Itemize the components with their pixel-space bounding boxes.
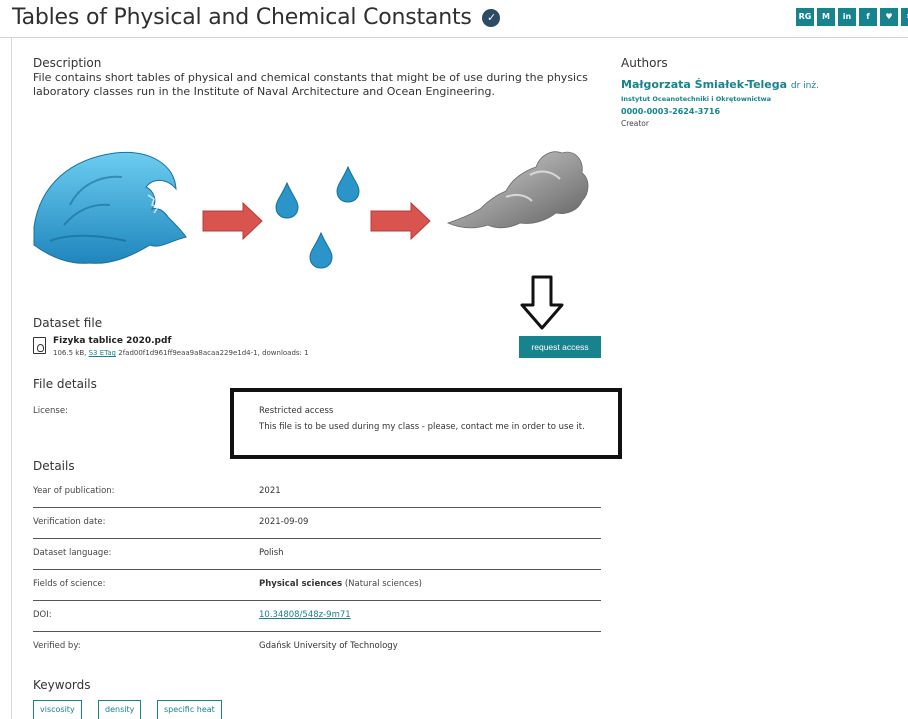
wave-icon (33, 151, 187, 264)
detail-label-fields: Fields of science: (33, 579, 106, 589)
details-heading: Details (33, 459, 75, 473)
author-name: Małgorzata Śmiałek-Telega (621, 78, 788, 91)
authors-heading: Authors (621, 56, 668, 70)
file-etag: 2fad00f1d961ff9eaa9a8acaa229e1d4-1, (118, 349, 260, 357)
keywords-heading: Keywords (33, 678, 91, 692)
detail-label-year: Year of publication: (33, 486, 115, 496)
detail-value-language: Polish (259, 548, 284, 558)
twitter-share-button[interactable]: ♥ (880, 8, 898, 26)
keyword-tag-specific-heat[interactable]: specific heat (157, 700, 222, 719)
field-physical-sciences: Physical sciences (259, 579, 343, 589)
detail-value-verified-by: Gdańsk University of Technology (259, 641, 398, 651)
author-affiliation-link[interactable]: Instytut Oceanotechniki i Okrętownictwa (621, 95, 771, 103)
facebook-share-button[interactable]: f (859, 8, 877, 26)
content-border (11, 38, 12, 719)
row-divider (33, 507, 601, 508)
detail-value-year: 2021 (259, 486, 281, 496)
file-meta: 106.5 kB, S3 ETag 2fad00f1d961ff9eaa9a8a… (53, 349, 309, 357)
author-role: Creator (621, 119, 649, 128)
doi-link[interactable]: 10.34808/548z-9m71 (259, 610, 351, 620)
mendeley-share-button[interactable]: M (817, 8, 835, 26)
keyword-tag-viscosity[interactable]: viscosity (33, 700, 82, 719)
s3-etag-link[interactable]: S3 ETag (89, 349, 116, 357)
detail-label-verified-by: Verified by: (33, 641, 81, 651)
pdf-file-icon (33, 337, 46, 354)
file-details-heading: File details (33, 377, 97, 391)
arrow-right-icon (370, 201, 431, 241)
author-orcid-link[interactable]: 0000-0003-2624-3716 (621, 107, 720, 116)
social-share-bar: RG M in f ♥ ✉ (796, 8, 908, 26)
license-note: This file is to be used during my class … (259, 422, 585, 432)
request-access-button[interactable]: request access (519, 336, 601, 358)
row-divider (33, 600, 601, 601)
dataset-file-heading: Dataset file (33, 316, 103, 330)
row-divider (33, 538, 601, 539)
illustration-image (33, 151, 589, 269)
field-natural-sciences: (Natural sciences) (344, 579, 422, 589)
arrow-down-icon (520, 275, 564, 330)
file-downloads: downloads: 1 (262, 349, 309, 357)
check-circle-icon: ✓ (482, 9, 501, 27)
detail-label-verification: Verification date: (33, 517, 106, 527)
page-title-text: Tables of Physical and Chemical Constant… (12, 5, 472, 30)
row-divider (33, 631, 601, 632)
description-heading: Description (33, 56, 102, 70)
description-text: File contains short tables of physical a… (33, 71, 588, 98)
row-divider (33, 569, 601, 570)
detail-label-doi: DOI: (33, 610, 52, 620)
keyword-tag-density[interactable]: density (98, 700, 142, 719)
author-degree: dr inż. (790, 81, 819, 91)
header-divider (0, 37, 908, 38)
detail-label-language: Dataset language: (33, 548, 112, 558)
license-value: Restricted access (259, 406, 334, 416)
file-name-link[interactable]: Fizyka tablice 2020.pdf (53, 336, 171, 346)
detail-value-verification: 2021-09-09 (259, 517, 309, 527)
page-title: Tables of Physical and Chemical Constant… (12, 5, 501, 30)
steam-cloud-icon (446, 151, 589, 229)
arrow-right-icon (202, 201, 263, 241)
author-name-link[interactable]: Małgorzata Śmiałek-Telega dr inż. (621, 78, 819, 91)
water-drops-icon (275, 165, 360, 269)
linkedin-share-button[interactable]: in (838, 8, 856, 26)
file-size: 106.5 kB, (53, 349, 87, 357)
researchgate-share-button[interactable]: RG (796, 8, 814, 26)
email-share-button[interactable]: ✉ (901, 8, 908, 26)
detail-value-fields: Physical sciences (Natural sciences) (259, 579, 422, 589)
license-label: License: (33, 406, 68, 416)
